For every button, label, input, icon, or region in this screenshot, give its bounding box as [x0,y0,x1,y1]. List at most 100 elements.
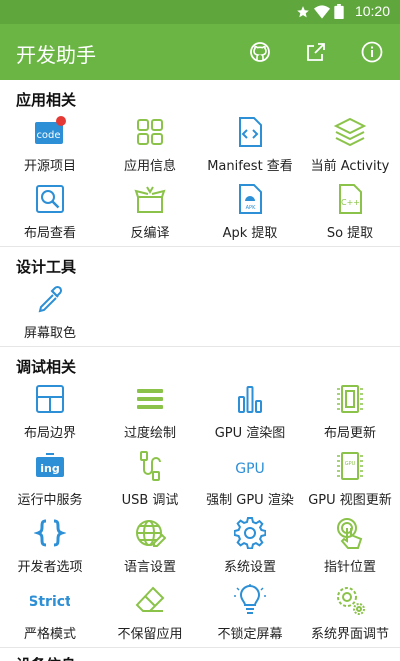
info-icon[interactable] [360,40,384,64]
gears-icon [337,587,365,615]
status-bar: 10:20 [0,0,400,24]
tile-running-services[interactable]: ing 运行中服务 [0,446,100,513]
code-icon: code [35,116,66,144]
wifi-icon [314,4,330,19]
tile-label: 当前 Activity [310,159,390,174]
tile-label: 过度绘制 [123,426,176,441]
tile-color-picker[interactable]: 屏幕取色 [0,279,100,346]
cpp-icon-text: C++ [341,198,360,207]
tile-label: 强制 GPU 渲染 [206,493,294,508]
bar-chart-icon [238,386,262,413]
section-title-device-info: 设备信息 [0,648,400,661]
menu-bars-icon [137,389,163,409]
tile-label: 布局更新 [323,426,376,441]
braces-icon [34,519,66,547]
touch-pointer-icon [337,518,363,549]
open-box-icon [134,186,166,213]
share-icon[interactable] [304,40,328,64]
tile-label: 不保留应用 [117,627,183,642]
tile-label: USB 调试 [121,493,179,508]
eyedropper-icon [38,285,63,313]
tile-developer-options[interactable]: 开发者选项 [0,513,100,580]
tile-layout-inspect[interactable]: 布局查看 [0,179,100,246]
tile-system-settings[interactable]: 系统设置 [200,513,300,580]
tile-label: 指针位置 [323,560,376,575]
tile-manifest[interactable]: Manifest 查看 [200,112,300,179]
tile-label: 不锁定屏幕 [217,627,283,642]
layout-bounds-icon [36,385,64,413]
tile-label: 语言设置 [123,560,176,575]
badge-dot [56,116,66,126]
tile-label: GPU 视图更新 [308,493,392,508]
tile-current-activity[interactable]: 当前 Activity [300,112,400,179]
section-title: 应用相关 [16,91,77,109]
section-title: 调试相关 [16,358,77,376]
gpu-text-icon: GPU [235,461,265,477]
star-icon [297,5,309,17]
tile-gpu-profile[interactable]: GPU 渲染图 [200,379,300,446]
tile-label: GPU 渲染图 [214,426,286,441]
tile-label: 系统界面调节 [310,627,389,642]
gpu-chip-icon: GPU [337,452,363,480]
section-design-tools: 设计工具 屏幕取色 [0,247,400,347]
tile-usb-debug[interactable]: USB 调试 [100,446,200,513]
tile-pointer-location[interactable]: 指针位置 [300,513,400,580]
tile-stay-awake[interactable]: 不锁定屏幕 [200,580,300,647]
section-app-related: 应用相关 code 开源项目 应用信息 Manifest 查看 当前 Activ… [0,80,400,247]
layout-update-icon [337,385,363,413]
strict-text-icon: Strict [30,594,70,610]
clock: 10:20 [354,3,390,19]
tile-apk-extract[interactable]: APK Apk 提取 [200,179,300,246]
tile-label: 运行中服务 [17,493,83,508]
layout-search-icon [36,185,64,213]
apk-icon-text: APK [246,205,256,211]
gear-icon [234,517,266,549]
tile-layout-updates[interactable]: 布局更新 [300,379,400,446]
tile-label: 反编译 [130,226,170,241]
grid-apps-icon [137,119,163,145]
tile-language-settings[interactable]: 语言设置 [100,513,200,580]
app-bar: 开发助手 [0,24,400,80]
main-content: 应用相关 code 开源项目 应用信息 Manifest 查看 当前 Activ… [0,80,400,661]
ing-icon-text: ing [40,462,59,475]
strict-icon-text: Strict [30,594,70,610]
lightbulb-icon [234,584,266,614]
eraser-icon [135,586,165,612]
page-title: 开发助手 [16,45,96,67]
usb-cable-icon [140,451,161,481]
battery-icon [334,4,344,19]
tile-label: 布局边界 [23,426,76,441]
tile-label: Manifest 查看 [207,159,293,174]
globe-pen-icon [136,520,166,547]
gpu-icon-text: GPU [235,461,265,477]
tile-label: 系统设置 [223,560,276,575]
running-ing-icon: ing [36,453,64,477]
gpu-chip-text: GPU [345,461,356,467]
tile-layout-bounds[interactable]: 布局边界 [0,379,100,446]
code-file-icon [239,117,262,147]
tile-label: 应用信息 [123,159,176,174]
tile-app-info[interactable]: 应用信息 [100,112,200,179]
code-icon-text: code [36,130,60,141]
cpp-file-icon: C++ [339,184,362,214]
github-icon[interactable] [248,40,272,64]
tile-label: 屏幕取色 [23,326,76,341]
tile-gpu-view-updates[interactable]: GPU GPU 视图更新 [300,446,400,513]
tile-force-gpu[interactable]: GPU 强制 GPU 渲染 [200,446,300,513]
tile-label: Apk 提取 [222,226,278,241]
tile-label: So 提取 [326,226,374,241]
tile-label: 布局查看 [23,226,76,241]
tile-so-extract[interactable]: C++ So 提取 [300,179,400,246]
tile-label: 严格模式 [23,627,76,642]
tile-strict-mode[interactable]: Strict 严格模式 [0,580,100,647]
tile-decompile[interactable]: 反编译 [100,179,200,246]
apk-file-icon: APK [239,184,262,214]
tile-overdraw[interactable]: 过度绘制 [100,379,200,446]
tile-dont-keep-activities[interactable]: 不保留应用 [100,580,200,647]
tile-label: 开发者选项 [17,560,83,575]
section-debug-related: 调试相关 布局边界 过度绘制 GPU 渲染图 布局更新 ing 运行中服务 US… [0,347,400,648]
layers-icon [334,117,366,147]
tile-label: 开源项目 [23,159,76,174]
tile-system-ui-tuner[interactable]: 系统界面调节 [300,580,400,647]
tile-open-source[interactable]: code 开源项目 [0,112,100,179]
